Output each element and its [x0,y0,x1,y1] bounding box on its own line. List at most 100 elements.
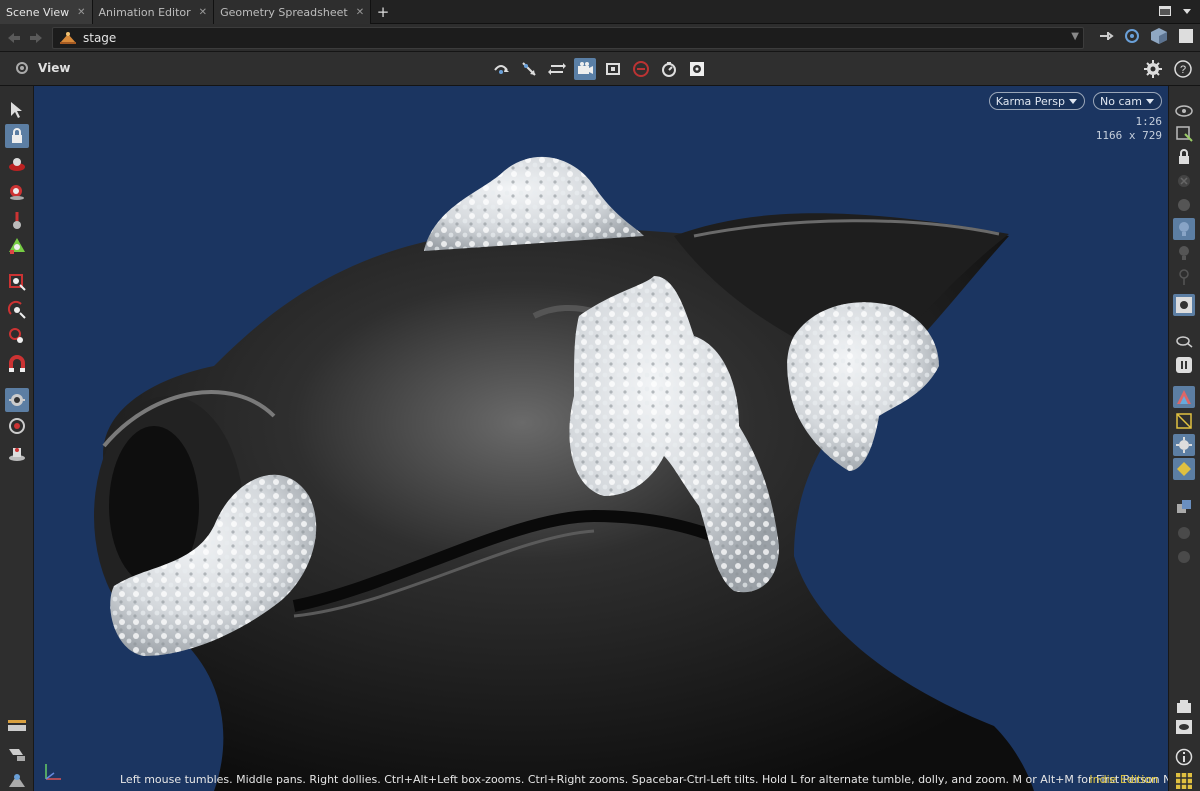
view-lock-icon [12,128,22,143]
view-menu[interactable]: View [14,61,70,75]
circle2-tool[interactable] [1173,546,1195,568]
camera-tool[interactable] [5,414,29,438]
selection-tool[interactable] [1173,458,1195,480]
stop-button[interactable] [630,58,652,80]
tab-geometry-spreadsheet[interactable]: Geometry Spreadsheet ✕ [214,0,372,24]
shading-tool[interactable] [1173,122,1195,144]
color-icon [1177,390,1191,404]
tab-scene-view[interactable]: Scene View ✕ [0,0,93,24]
info-tool[interactable] [1173,746,1195,768]
lock-tool[interactable] [1173,146,1195,168]
camera-icon [578,62,593,74]
gear-icon [690,62,704,76]
view-tool[interactable] [1173,716,1195,738]
circle-icon [1178,527,1190,539]
handle-tool[interactable] [5,152,29,176]
render-button[interactable] [658,58,680,80]
close-icon[interactable]: ✕ [356,7,364,18]
display-options-tool[interactable] [1173,100,1195,122]
light-tool[interactable] [5,388,29,412]
close-icon[interactable]: ✕ [77,7,85,18]
forward-button[interactable] [28,30,44,46]
group-tool[interactable] [1173,496,1195,518]
display-options-button[interactable] [686,58,708,80]
no-entry-icon [633,61,649,77]
edition-label: Indie Edition [1089,773,1158,786]
ghost-icon [1178,175,1190,187]
scale-icon [9,274,26,291]
bulb2-tool[interactable] [1173,242,1195,264]
pane-layout-icon[interactable] [1178,28,1194,44]
renderer-label: Karma Persp [995,94,1066,108]
tab-label: Geometry Spreadsheet [220,5,348,19]
right-toolbar [1168,86,1200,791]
render-region-tool[interactable] [5,442,29,466]
help-icon[interactable]: ? [1174,60,1192,78]
sphere-tool[interactable] [1173,194,1195,216]
paint-tool[interactable] [5,208,29,232]
arrow-right-icon [30,33,42,43]
dolly-tool-button[interactable] [546,58,568,80]
grid-tool[interactable] [1173,770,1195,791]
visibility-tool[interactable] [5,742,29,766]
transform-tool[interactable] [5,234,29,258]
stage-tool[interactable] [5,768,29,791]
chevron-down-icon [1069,99,1078,104]
snapshot-tool[interactable] [1173,294,1195,316]
snap-tool[interactable] [5,324,29,348]
dolly-icon [548,63,566,75]
rotate-tool[interactable] [5,298,29,322]
circle-tool[interactable] [1173,522,1195,544]
camera-view-button[interactable] [574,58,596,80]
pin-icon[interactable] [1098,29,1114,43]
back-button[interactable] [6,30,22,46]
frame-button[interactable] [602,58,624,80]
close-icon[interactable]: ✕ [199,7,207,18]
eye-link-tool[interactable] [1173,330,1195,352]
stage-icon [9,774,25,787]
select-tool[interactable] [5,98,29,122]
arrow-left-icon [8,33,20,43]
light-bulb-tool[interactable] [5,714,29,738]
scale-tool[interactable] [5,270,29,294]
pane-menu-button[interactable] [1158,4,1172,18]
ghost-tool[interactable] [1173,170,1195,192]
settings-icon[interactable] [1144,60,1162,78]
wire-tool[interactable] [1173,410,1195,432]
light-icon [9,394,25,406]
circle2-icon [1178,551,1190,563]
axis-gizmo-icon [45,764,61,780]
path-field[interactable]: stage ▼ [52,27,1084,49]
geo-tool[interactable] [1173,434,1195,456]
geometry-icon[interactable] [1150,27,1168,45]
renderer-menu[interactable]: Karma Persp [988,92,1086,110]
link-icon[interactable] [1124,28,1140,44]
render-tool[interactable] [1173,696,1195,718]
color-tool[interactable] [1173,386,1195,408]
snapshot-icon [1176,297,1192,313]
tab-animation-editor[interactable]: Animation Editor ✕ [92,0,215,24]
add-tab-button[interactable]: + [371,0,395,24]
svg-text:?: ? [1180,64,1186,76]
viewport[interactable]: Karma Persp No cam 1:26 1166 x 729 Left … [34,86,1168,791]
camera-label: No cam [1100,94,1142,108]
magnet-tool[interactable] [5,352,29,376]
shading-icon [1176,126,1193,142]
bulb-tool[interactable] [1173,218,1195,240]
camera-menu[interactable]: No cam [1093,92,1162,110]
view-options-icon [16,62,28,74]
tumble-tool-button[interactable] [490,58,512,80]
sphere-icon [1178,199,1190,211]
track-tool-button[interactable] [518,58,540,80]
camera-icon [9,418,25,434]
chevron-down-icon [1183,9,1191,14]
chevron-down-icon[interactable]: ▼ [1071,31,1079,42]
pane-options-button[interactable] [1180,4,1194,18]
view-lock-tool[interactable] [5,124,29,148]
pose-tool[interactable] [5,180,29,204]
pause-tool[interactable] [1173,354,1195,376]
pin-tool[interactable] [1173,266,1195,288]
plus-icon: + [376,3,390,21]
snap-icon [9,328,23,343]
render-region-icon [9,448,25,461]
